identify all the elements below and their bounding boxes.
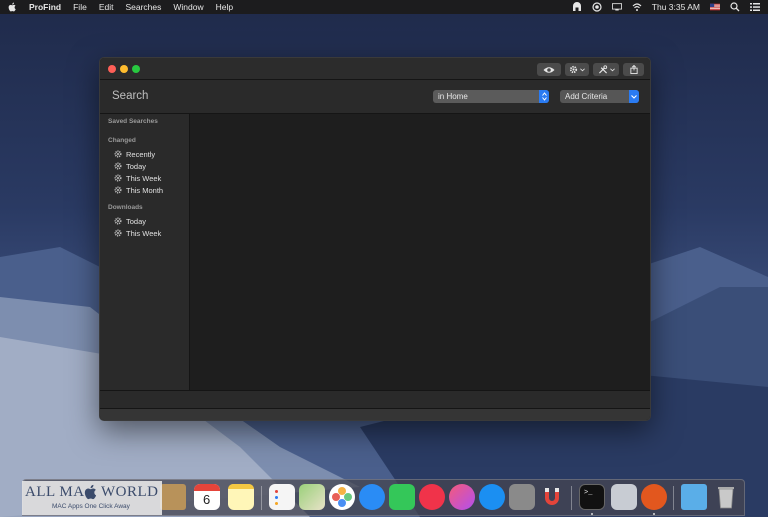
menu-searches[interactable]: Searches <box>125 2 161 12</box>
dock-separator <box>261 486 262 510</box>
gear-icon <box>114 217 122 225</box>
sidebar: Saved Searches Changed Recently Today Th… <box>100 114 190 390</box>
gear-icon <box>114 186 122 194</box>
display-icon[interactable] <box>611 2 622 12</box>
gear-icon <box>569 65 578 74</box>
messages-icon[interactable] <box>359 484 385 510</box>
share-button[interactable] <box>623 63 644 76</box>
sidebar-item-label: Today <box>126 216 147 226</box>
share-icon <box>629 65 638 74</box>
tools-icon <box>598 65 607 74</box>
sidebar-item-downloads-today[interactable]: Today <box>114 216 146 226</box>
results-area[interactable] <box>191 114 650 390</box>
scope-value: in Home <box>438 92 468 101</box>
menu-window[interactable]: Window <box>173 2 203 12</box>
folder-icon[interactable] <box>681 484 707 510</box>
terminal-icon[interactable]: >_ <box>579 484 605 510</box>
apple-logo-icon <box>84 484 97 500</box>
running-indicator <box>591 513 593 515</box>
up-down-arrows-icon <box>541 92 547 101</box>
calendar-icon[interactable]: 6 <box>194 484 220 510</box>
sidebar-item-label: This Month <box>126 185 164 195</box>
sidebar-heading-downloads: Downloads <box>108 204 143 211</box>
watermark: ALL MA WORLD MAC Apps One Click Away <box>22 481 162 515</box>
minimize-button[interactable] <box>120 65 128 73</box>
notes-paper-icon[interactable] <box>160 484 186 510</box>
search-bar: Search in Home Add Criteria <box>100 80 650 114</box>
chevron-down-icon <box>580 67 585 71</box>
menu-file[interactable]: File <box>73 2 87 12</box>
title-bar <box>100 58 650 80</box>
zoom-button[interactable] <box>132 65 140 73</box>
magnet-shape <box>545 488 559 505</box>
calendar-day: 6 <box>203 492 211 507</box>
dock-separator <box>673 486 674 510</box>
sidebar-item-downloads-this-week[interactable]: This Week <box>114 228 161 238</box>
system-preferences-icon[interactable] <box>509 484 535 510</box>
trash-icon[interactable] <box>713 484 739 510</box>
menu-app-profind[interactable]: ProFind <box>29 2 61 12</box>
maps-icon[interactable] <box>299 484 325 510</box>
menu-bar: ProFind File Edit Searches Window Help T… <box>0 0 768 14</box>
search-icon[interactable] <box>730 2 740 12</box>
sidebar-item-label: Recently <box>126 149 156 159</box>
action-menu-button[interactable] <box>565 63 589 76</box>
list-icon[interactable] <box>750 2 760 12</box>
music-icon[interactable] <box>449 484 475 510</box>
search-title: Search <box>112 90 149 102</box>
profind-icon[interactable] <box>641 484 667 510</box>
gear-icon <box>114 174 122 182</box>
sidebar-item-label: Today <box>126 161 147 171</box>
photos-icon[interactable] <box>329 484 355 510</box>
eye-icon <box>543 66 555 73</box>
profind-window: Search in Home Add Criteria Saved Search… <box>99 57 651 421</box>
dock-separator <box>571 486 572 510</box>
record-icon[interactable] <box>592 2 602 12</box>
sidebar-item-changed-this-month[interactable]: This Month <box>114 185 163 195</box>
sidebar-item-label: This Week <box>126 173 162 183</box>
sidebar-item-changed-recently[interactable]: Recently <box>114 149 155 159</box>
chevron-down-icon <box>609 67 615 71</box>
gear-icon <box>114 150 122 158</box>
popup-stepper <box>539 90 549 103</box>
apple-icon[interactable] <box>8 2 17 12</box>
watermark-title-left: ALL MA <box>25 484 85 500</box>
preview-icon[interactable] <box>611 484 637 510</box>
app-store-icon[interactable] <box>479 484 505 510</box>
trash-shape <box>718 487 734 509</box>
news-icon[interactable] <box>419 484 445 510</box>
flag-us-icon[interactable] <box>710 2 720 12</box>
preview-button[interactable] <box>537 63 561 76</box>
sidebar-item-label: This Week <box>126 228 162 238</box>
close-button[interactable] <box>108 65 116 73</box>
reminders-icon[interactable] <box>269 484 295 510</box>
menu-edit[interactable]: Edit <box>99 2 114 12</box>
popup-stepper <box>629 90 639 103</box>
gear-icon <box>114 162 122 170</box>
add-criteria-popup[interactable]: Add Criteria <box>560 90 639 103</box>
menu-help[interactable]: Help <box>216 2 233 12</box>
sidebar-item-changed-today[interactable]: Today <box>114 161 146 171</box>
magnet-icon[interactable] <box>539 484 565 510</box>
watermark-subtitle: MAC Apps One Click Away <box>52 503 130 510</box>
menu-clock[interactable]: Thu 3:35 AM <box>652 2 700 12</box>
scope-popup[interactable]: in Home <box>433 90 549 103</box>
gear-icon <box>114 229 122 237</box>
sidebar-item-changed-this-week[interactable]: This Week <box>114 173 161 183</box>
sidebar-heading-saved-searches: Saved Searches <box>108 118 158 125</box>
bottom-bar <box>100 408 650 420</box>
notes-icon[interactable] <box>228 484 254 510</box>
chevron-down-icon <box>631 94 637 99</box>
add-criteria-label: Add Criteria <box>565 92 608 101</box>
status-bar <box>100 390 650 408</box>
user-icon[interactable] <box>572 2 582 12</box>
wifi-icon[interactable] <box>632 2 642 12</box>
facetime-icon[interactable] <box>389 484 415 510</box>
watermark-title-right: WORLD <box>101 484 159 500</box>
sidebar-heading-changed: Changed <box>108 137 136 144</box>
tools-menu-button[interactable] <box>593 63 619 76</box>
running-indicator <box>653 513 655 515</box>
photos-flower <box>332 487 352 507</box>
